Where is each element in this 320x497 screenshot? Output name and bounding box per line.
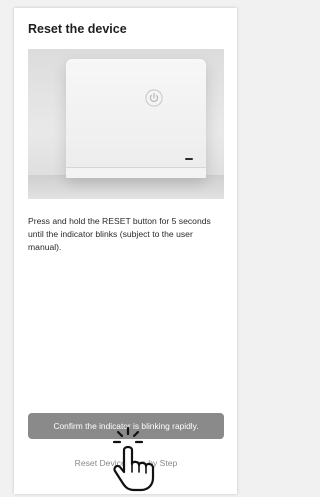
device-illustration <box>28 49 224 199</box>
hand-pointer-icon <box>112 426 155 492</box>
indicator-light <box>185 158 193 160</box>
reset-device-card: Reset the device Press and hold the RESE… <box>14 8 237 494</box>
power-icon <box>145 89 163 107</box>
device-base <box>66 167 206 178</box>
floor-shadow <box>28 175 224 199</box>
page-title: Reset the device <box>28 22 127 36</box>
device-body <box>66 59 206 177</box>
instruction-text: Press and hold the RESET button for 5 se… <box>28 216 211 252</box>
